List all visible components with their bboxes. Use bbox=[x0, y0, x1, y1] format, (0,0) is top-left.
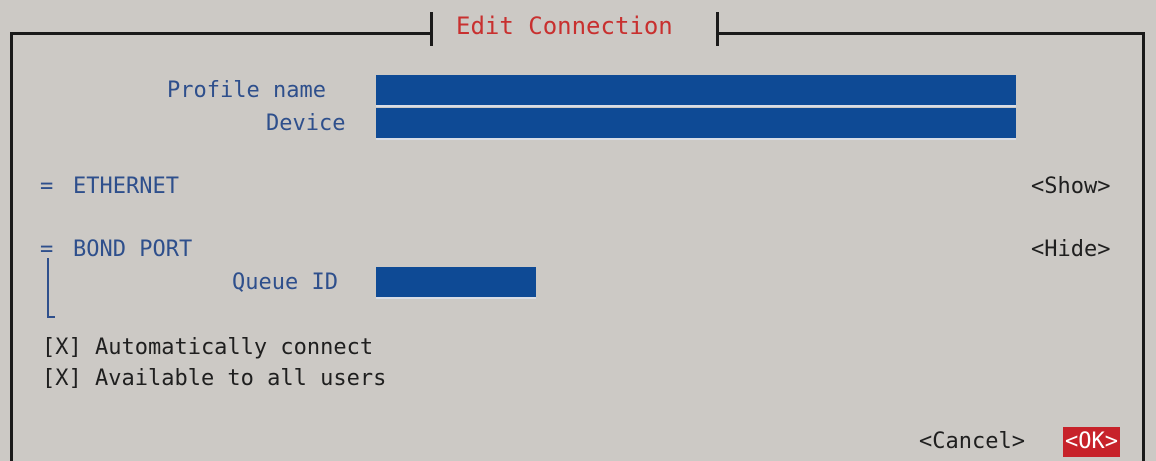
dialog-border-top-left bbox=[10, 32, 430, 35]
dialog-title: Edit Connection bbox=[456, 12, 673, 40]
auto-connect-checkbox[interactable]: [X] Automatically connect bbox=[42, 333, 373, 363]
bond-port-bracket-bottom bbox=[47, 316, 55, 318]
title-bracket-right bbox=[716, 12, 719, 46]
queue-id-label: Queue ID bbox=[232, 270, 338, 295]
ethernet-show-button[interactable]: <Show> bbox=[1031, 172, 1110, 202]
ok-button[interactable]: <OK> bbox=[1063, 427, 1120, 457]
ethernet-section-label: ETHERNET bbox=[73, 174, 179, 199]
cancel-button[interactable]: <Cancel> bbox=[919, 427, 1025, 457]
profile-name-input[interactable]: bond0-port1 bbox=[376, 75, 1016, 107]
edit-connection-dialog: Edit Connection Profile name bond0-port1… bbox=[0, 0, 1156, 461]
dialog-border-top-right bbox=[718, 32, 1145, 35]
profile-name-label: Profile name bbox=[167, 78, 326, 103]
ethernet-section-marker: = bbox=[40, 174, 54, 199]
bond-port-hide-button[interactable]: <Hide> bbox=[1031, 235, 1110, 265]
device-input[interactable]: enp7s0 bbox=[376, 108, 1016, 140]
dialog-border-right bbox=[1142, 32, 1145, 461]
bond-port-section-label: BOND PORT bbox=[73, 237, 193, 262]
all-users-checkbox[interactable]: [X] Available to all users bbox=[42, 364, 386, 394]
bond-port-bracket-vertical bbox=[47, 258, 49, 318]
dialog-border-left bbox=[10, 32, 13, 461]
device-label: Device bbox=[266, 111, 346, 136]
queue-id-input[interactable]: 0 bbox=[376, 267, 536, 299]
title-bracket-left bbox=[430, 12, 433, 46]
